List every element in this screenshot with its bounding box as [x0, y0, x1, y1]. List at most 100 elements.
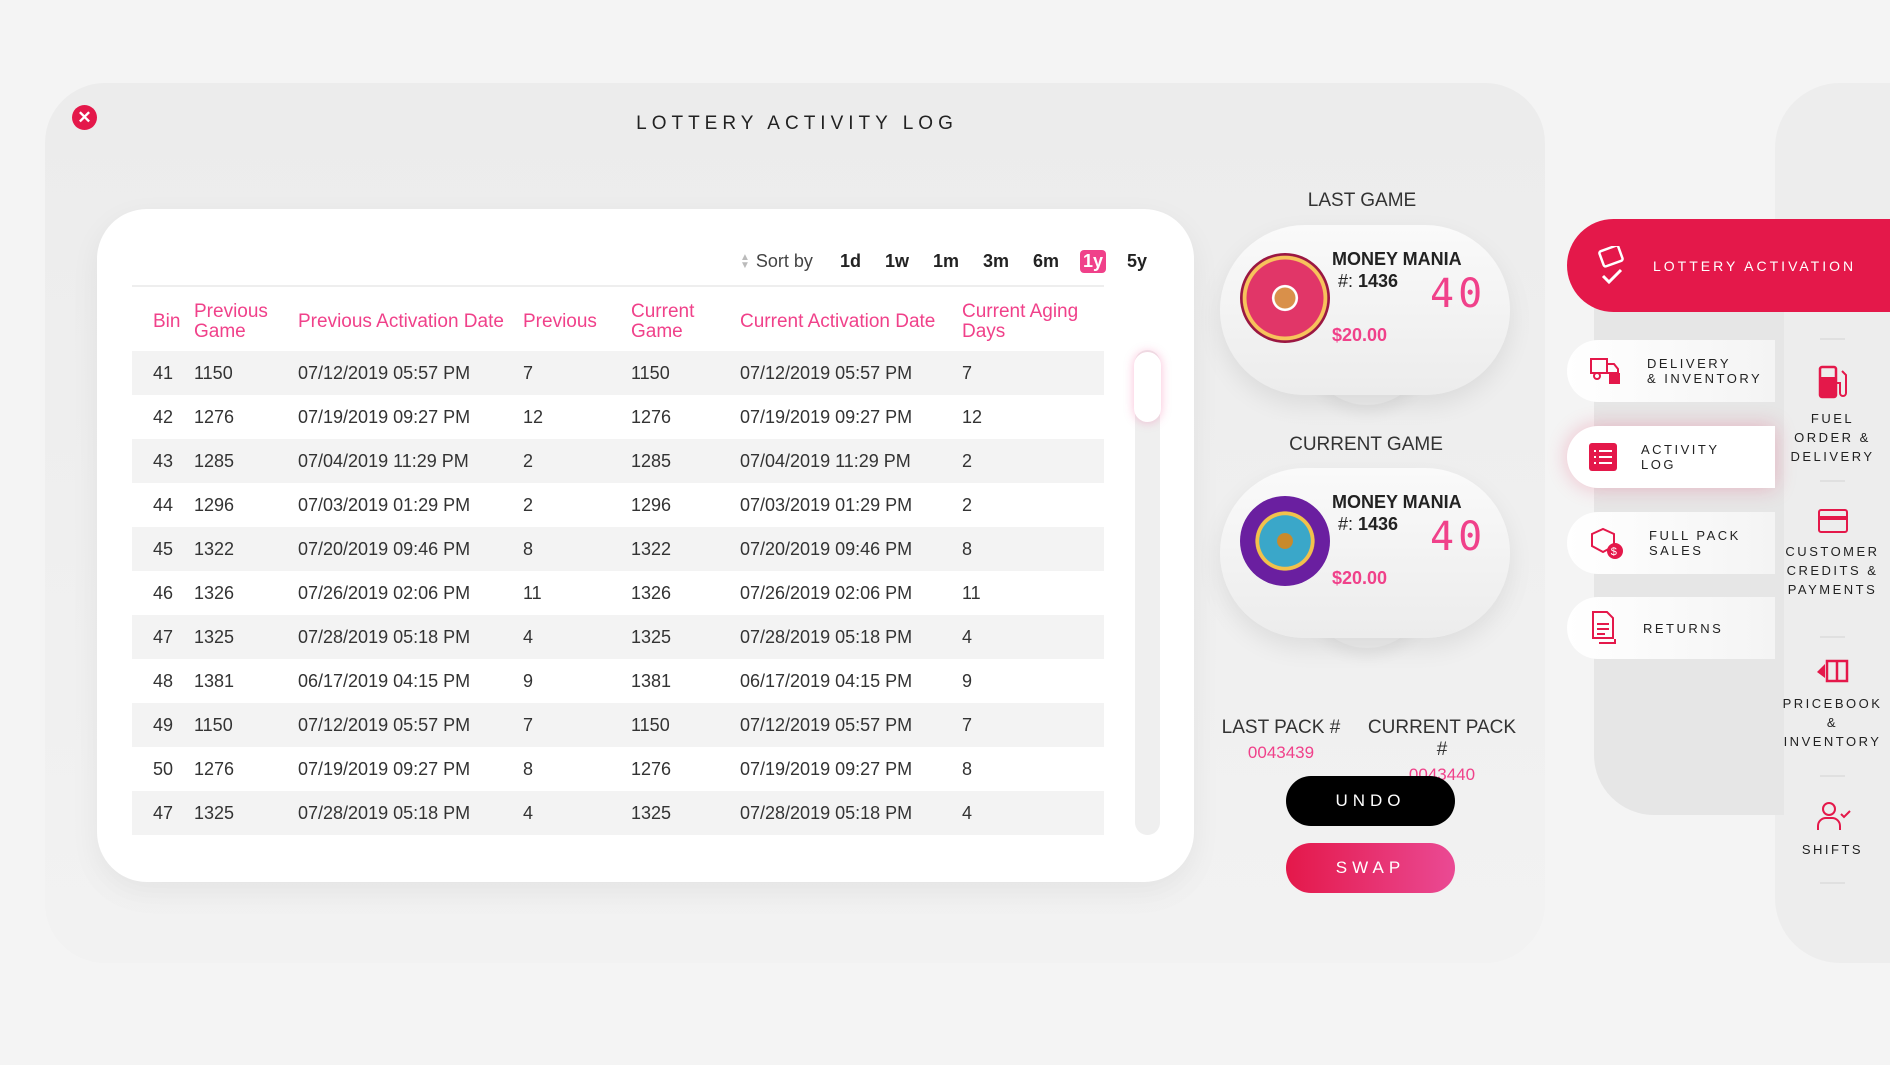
menu-delivery-inventory[interactable]: DELIVERY & INVENTORY: [1567, 340, 1775, 402]
table-cell: 1276: [194, 406, 235, 427]
table-cell: 1322: [194, 527, 298, 571]
menu-label: RETURNS: [1643, 620, 1724, 636]
sort-option-5y[interactable]: 5y: [1124, 250, 1150, 273]
last-game-card: MONEY MANIA #: 1436 40 $20.00: [1220, 225, 1510, 395]
table-cell: 7: [962, 351, 1104, 395]
menu-full-pack-sales[interactable]: $ FULL PACK SALES: [1567, 512, 1775, 574]
column-header[interactable]: Previous: [523, 292, 631, 351]
table-cell: 1322: [631, 527, 740, 571]
table-cell: 2: [962, 494, 973, 515]
table-row[interactable]: 44 1296 07/03/2019 01:29 PM 2 1296 07/03/2019…: [132, 483, 1104, 527]
table-row[interactable]: 49 1150 07/12/2019 05:57 PM 7 1150 07/12/2019…: [132, 703, 1104, 747]
column-header[interactable]: Previous Activation Date: [298, 292, 523, 351]
menu-lottery-activation[interactable]: LOTTERY ACTIVATION: [1567, 219, 1890, 312]
table-cell: 07/28/2019 05:18 PM: [740, 791, 962, 835]
menu-returns[interactable]: RETURNS: [1567, 597, 1775, 659]
table-cell: 07/28/2019 05:18 PM: [740, 615, 962, 659]
user-check-icon: [1816, 802, 1851, 830]
table-cell: 9: [523, 670, 534, 691]
table-cell: 12: [962, 406, 983, 427]
swap-button[interactable]: SWAP: [1286, 843, 1455, 893]
column-header[interactable]: Bin: [132, 292, 194, 351]
sort-option-1d[interactable]: 1d: [837, 250, 864, 273]
table-cell: 42: [153, 406, 174, 427]
table-cell: 4: [962, 615, 1104, 659]
table-row[interactable]: 43 1285 07/04/2019 11:29 PM 2 1285 07/04/2019…: [132, 439, 1104, 483]
table-cell: 50: [153, 758, 174, 779]
table-cell: 1296: [194, 494, 235, 515]
table-cell: 1325: [194, 615, 298, 659]
current-game-card: MONEY MANIA #: 1436 40 $20.00: [1220, 468, 1510, 638]
table-cell: 1381: [194, 670, 235, 691]
divider: [1820, 338, 1845, 340]
table-cell: 1150: [631, 351, 740, 395]
table-cell: 07/12/2019 05:57 PM: [298, 703, 523, 747]
scrollbar-track[interactable]: [1135, 350, 1160, 835]
table-cell: 7: [523, 351, 631, 395]
scrollbar-thumb[interactable]: [1134, 352, 1161, 422]
nav-customer-credits-payments[interactable]: CUSTOMER CREDITS & PAYMENTS: [1775, 508, 1890, 599]
table-row[interactable]: 45 1322 07/20/2019 09:46 PM 8 1322 07/20/2019…: [132, 527, 1104, 571]
divider: [1820, 636, 1845, 638]
table-cell: 1326: [631, 582, 672, 603]
column-header[interactable]: Current Game: [631, 292, 740, 351]
table-cell: 1285: [631, 439, 740, 483]
close-button[interactable]: ✕: [72, 105, 97, 130]
game-name: MONEY MANIA: [1332, 492, 1462, 512]
sort-option-1m[interactable]: 1m: [930, 250, 962, 273]
table-cell: 1296: [631, 494, 672, 515]
lottery-ticket-icon: [1598, 245, 1624, 284]
table-row[interactable]: 48 1381 06/17/2019 04:15 PM 9 1381 06/17/2019…: [132, 659, 1104, 703]
table-cell: 1150: [631, 703, 740, 747]
table-cell: 7: [962, 703, 1104, 747]
table-cell: 07/04/2019 11:29 PM: [740, 439, 962, 483]
divider: [1820, 775, 1845, 777]
table-row[interactable]: 46 1326 07/26/2019 02:06 PM 11 1326 07/26/201…: [132, 571, 1104, 615]
menu-activity-log[interactable]: ACTIVITY LOG: [1567, 426, 1775, 488]
table-cell: 07/04/2019 11:29 PM: [298, 439, 523, 483]
undo-button[interactable]: UNDO: [1286, 776, 1455, 826]
table-cell: 1276: [631, 406, 672, 427]
table-cell: 12: [523, 406, 544, 427]
menu-label: ACTIVITY LOG: [1641, 442, 1720, 472]
table-cell: 4: [523, 791, 631, 835]
column-header[interactable]: Previous Game: [194, 292, 298, 351]
nav-shifts[interactable]: SHIFTS: [1775, 800, 1890, 859]
nav-fuel-order-delivery[interactable]: FUEL ORDER & DELIVERY: [1775, 365, 1890, 466]
table-cell: 47: [132, 791, 194, 835]
current-game-wheel-image: [1240, 496, 1330, 586]
table-row[interactable]: 47 1325 07/28/2019 05:18 PM 4 1325 07/28/2019…: [132, 791, 1104, 835]
ticket-count: 40: [1430, 271, 1487, 317]
divider: [1820, 882, 1845, 884]
table-cell: 1150: [194, 351, 298, 395]
fuel-pump-icon: [1818, 365, 1847, 399]
table-cell: 44: [153, 494, 174, 515]
menu-label: FULL PACK SALES: [1649, 528, 1741, 558]
table-cell: 07/19/2019 09:27 PM: [298, 758, 471, 779]
pricebook-icon: [1816, 659, 1848, 683]
table-cell: 07/12/2019 05:57 PM: [740, 351, 962, 395]
game-price: $20.00: [1332, 325, 1388, 345]
game-number: #: 1436: [1338, 271, 1399, 291]
game-number: #: 1436: [1338, 514, 1399, 534]
last-game-label: LAST GAME: [1307, 190, 1417, 211]
sort-option-6m[interactable]: 6m: [1030, 250, 1062, 273]
table-cell: 1285: [194, 439, 298, 483]
sort-label[interactable]: ▲ ▼ Sort by: [740, 251, 813, 272]
table-cell: 07/03/2019 01:29 PM: [298, 494, 471, 515]
sort-option-1y[interactable]: 1y: [1080, 250, 1107, 273]
table-cell: 07/28/2019 05:18 PM: [298, 791, 523, 835]
sort-option-3m[interactable]: 3m: [980, 250, 1012, 273]
table-row[interactable]: 42 1276 07/19/2019 09:27 PM 12 1276 07/19/201…: [132, 395, 1104, 439]
table-cell: 1326: [194, 582, 235, 603]
column-header[interactable]: Current Aging Days: [962, 292, 1104, 351]
table-cell: 07/20/2019 09:46 PM: [298, 527, 523, 571]
table-row[interactable]: 41 1150 07/12/2019 05:57 PM 7 1150 07/12/2019…: [132, 351, 1104, 395]
table-row[interactable]: 50 1276 07/19/2019 09:27 PM 8 1276 07/19/2019…: [132, 747, 1104, 791]
sort-option-1w[interactable]: 1w: [882, 250, 912, 273]
table-cell: 45: [132, 527, 194, 571]
nav-pricebook-inventory[interactable]: PRICEBOOK & INVENTORY: [1775, 658, 1890, 751]
table-row[interactable]: 47 1325 07/28/2019 05:18 PM 4 1325 07/28/2019…: [132, 615, 1104, 659]
column-header[interactable]: Current Activation Date: [740, 292, 962, 351]
table-cell: 43: [132, 439, 194, 483]
